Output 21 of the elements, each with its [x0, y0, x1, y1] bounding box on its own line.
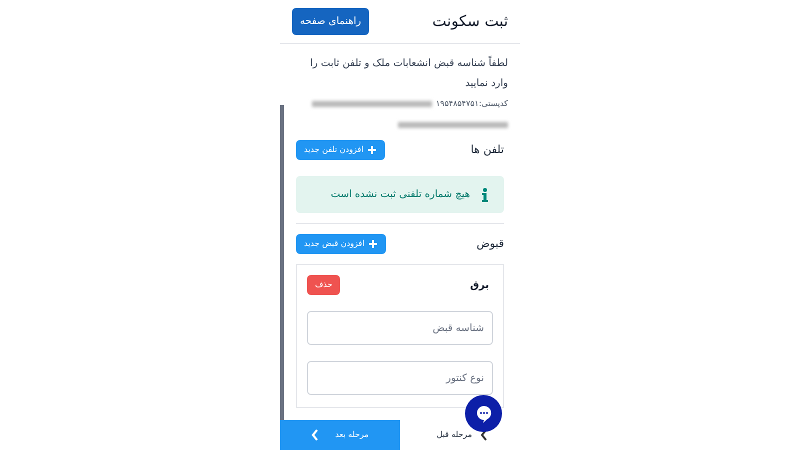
alert-text: هیچ شماره تلفنی ثبت نشده است [330, 188, 470, 202]
chevron-left-icon [311, 429, 320, 441]
phones-heading: تلفن ها [470, 142, 504, 158]
plus-icon [367, 145, 378, 155]
postal-code-text: کدپستی:۱۹۵۴۸۵۴۷۵۱ [436, 98, 508, 110]
scrollbar-thumb[interactable] [280, 105, 284, 420]
instructions-text: لطفاً شناسه قبض انشعابات ملک و تلفن ثابت را وارد نمایید [280, 44, 520, 94]
next-step-button[interactable]: مرحله بعد [280, 420, 400, 450]
text-field[interactable]: نوع کنتور [307, 361, 493, 395]
chat-button[interactable] [465, 395, 502, 432]
page-title: ثبت سکونت [432, 11, 508, 32]
delete-button[interactable]: حذف [307, 275, 340, 295]
plus-icon [368, 239, 378, 249]
text-field[interactable]: شناسه قبض [307, 311, 493, 345]
add-bill-button[interactable]: افزودن قبض جدید [296, 234, 386, 254]
bill-title: برق [470, 278, 490, 292]
chevron-left-icon [480, 429, 488, 441]
info-icon [482, 188, 488, 202]
page-help-button[interactable]: راهنمای صفحه [292, 8, 370, 35]
add-phone-button[interactable]: افزودن تلفن جدید [296, 140, 386, 160]
bills-heading: قبوض [476, 236, 504, 252]
